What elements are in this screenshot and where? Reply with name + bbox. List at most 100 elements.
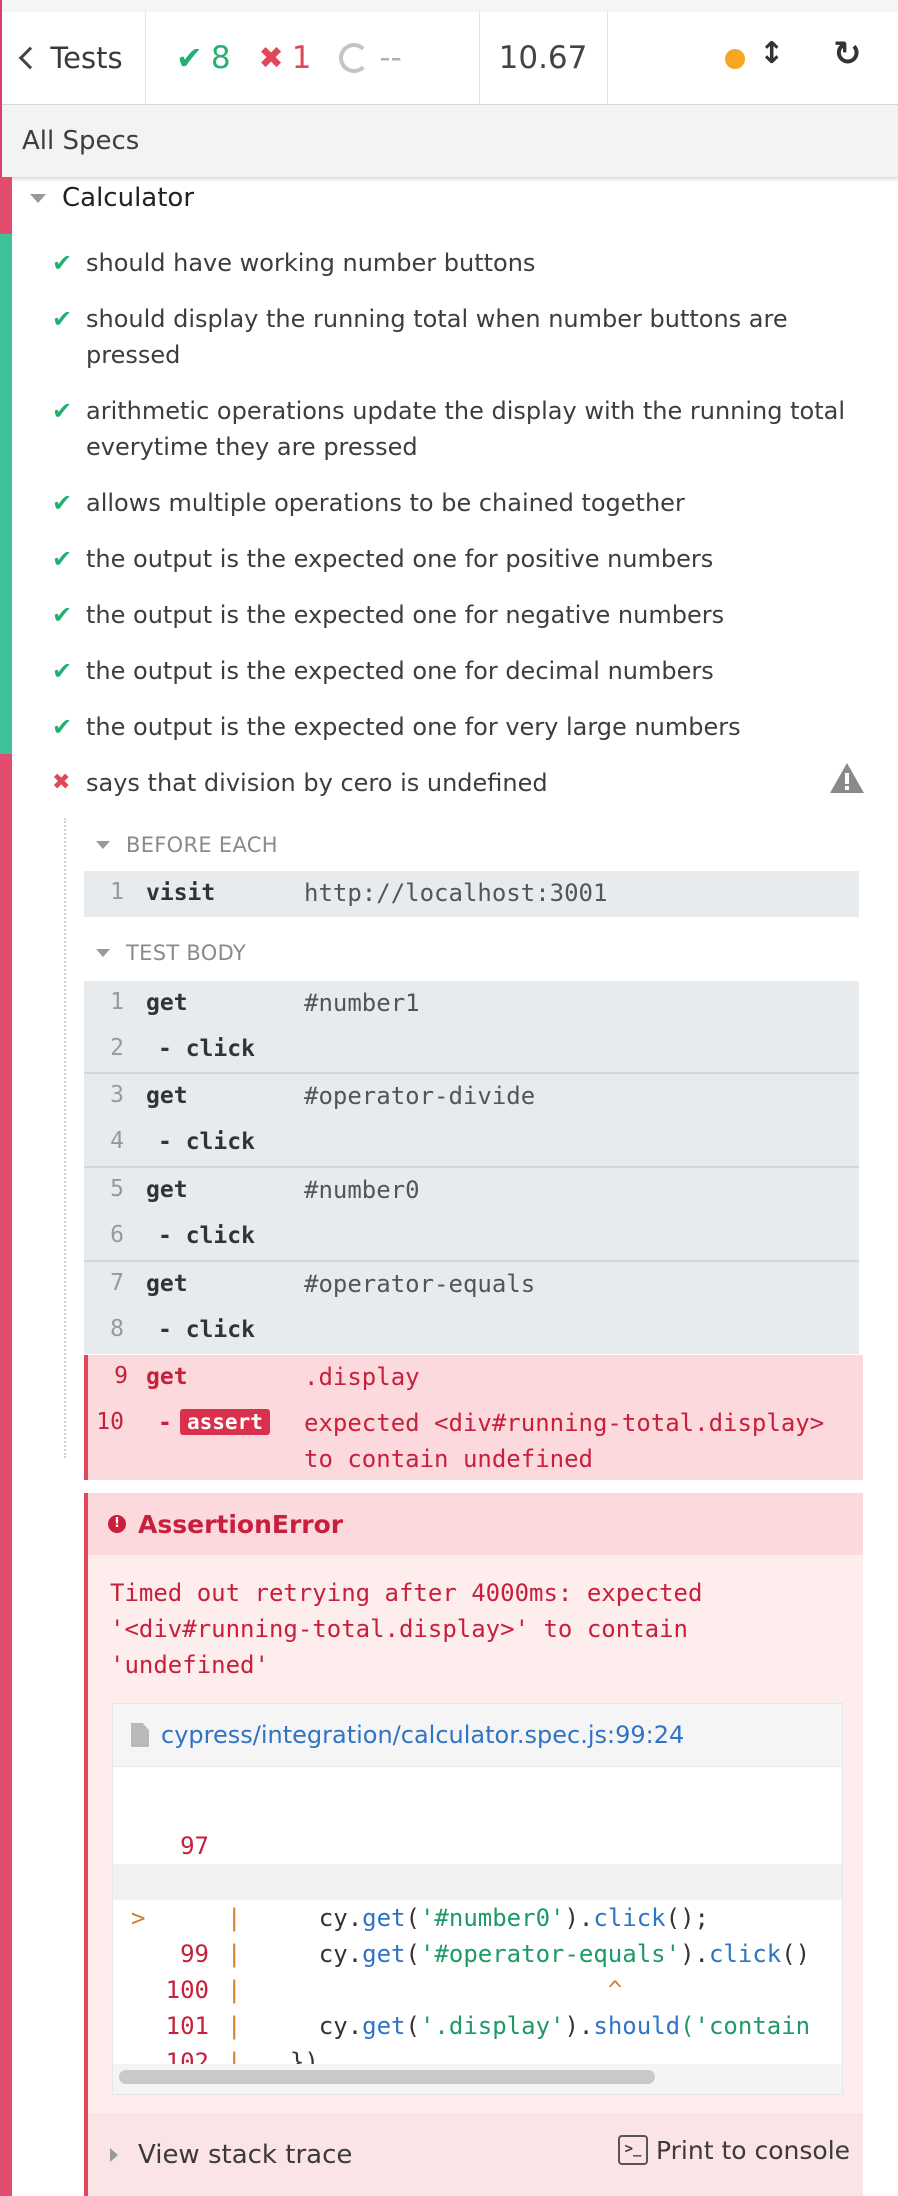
- check-icon: ✔: [52, 489, 73, 517]
- command-number: 2: [110, 1035, 124, 1061]
- check-icon: ✔: [52, 249, 73, 277]
- command-row[interactable]: 3 get #operator-divide: [84, 1074, 859, 1120]
- check-icon: ✔: [52, 545, 73, 573]
- error-header: ! AssertionError: [88, 1493, 863, 1555]
- file-path: cypress/integration/calculator.spec.js:9…: [161, 1721, 685, 1749]
- print-to-console-button[interactable]: >_ Print to console: [618, 2135, 850, 2165]
- command-number: 3: [110, 1082, 124, 1108]
- command-number: 8: [110, 1316, 124, 1342]
- command-row-failed[interactable]: 9 get .display: [88, 1355, 863, 1401]
- reporter-header: Tests ✔ 8 ✖ 1 -- 10.67 ↕ ↻: [0, 12, 898, 105]
- caret-down-icon: [30, 193, 46, 203]
- command-name: - click: [158, 1223, 255, 1249]
- running-indicator-icon: [725, 49, 745, 69]
- test-title: allows multiple operations to be chained…: [86, 489, 685, 517]
- test-item[interactable]: ✔ the output is the expected one for dec…: [52, 653, 852, 689]
- left-border: [0, 0, 2, 177]
- test-title: the output is the expected one for posit…: [86, 545, 714, 573]
- command-row[interactable]: 1 get #number1: [84, 981, 859, 1027]
- command-name: - click: [158, 1036, 255, 1062]
- test-item[interactable]: ✔ allows multiple operations to be chain…: [52, 485, 852, 521]
- cross-icon: ✖: [52, 770, 71, 795]
- test-item[interactable]: ✔ arithmetic operations update the displ…: [52, 393, 852, 465]
- code-frame: cypress/integration/calculator.spec.js:9…: [112, 1703, 843, 2095]
- failed-count: 1: [291, 40, 312, 76]
- error-message: Timed out retrying after 4000ms: expecte…: [110, 1579, 703, 1679]
- code-line-highlighted: > 99 | cy.get('.display').should('contai…: [113, 1864, 842, 2040]
- print-to-console-label: Print to console: [656, 2135, 851, 2165]
- check-icon: ✔: [52, 305, 73, 333]
- all-specs-label: All Specs: [22, 126, 140, 156]
- pending-stat: --: [339, 40, 402, 76]
- view-stack-trace-toggle[interactable]: View stack trace: [138, 2140, 352, 2170]
- check-icon: ✔: [52, 601, 73, 629]
- all-specs-bar[interactable]: All Specs: [2, 105, 898, 178]
- test-item-failed[interactable]: ✖ says that division by cero is undefine…: [52, 765, 852, 801]
- before-each-hook[interactable]: BEFORE EACH: [96, 833, 278, 857]
- command-number: 6: [110, 1222, 124, 1248]
- suite-title: Calculator: [62, 183, 195, 213]
- code-line: 100 | }): [113, 1936, 842, 2076]
- check-icon: ✔: [176, 39, 203, 77]
- command-row[interactable]: 1 visit http://localhost:3001: [84, 871, 859, 917]
- chevron-left-icon: [19, 46, 42, 70]
- command-number: 5: [110, 1176, 124, 1202]
- caret-down-icon: [96, 841, 110, 849]
- test-title: should have working number buttons: [86, 249, 536, 277]
- assert-message-line2: to contain undefined: [304, 1445, 593, 1473]
- failed-command-group: 9 get .display 10 - assert expected <div…: [84, 1355, 863, 1480]
- pending-circle-icon: [339, 43, 370, 73]
- error-circle-icon: !: [108, 1515, 126, 1533]
- check-icon: ✔: [52, 713, 73, 741]
- caret-right-icon[interactable]: [110, 2147, 118, 2162]
- command-row[interactable]: 6 - click: [84, 1214, 859, 1260]
- restart-icon[interactable]: ↻: [833, 34, 862, 74]
- command-row[interactable]: 5 get #number0: [84, 1168, 859, 1214]
- command-message: http://localhost:3001: [304, 879, 608, 907]
- test-item[interactable]: ✔ should have working number buttons: [52, 245, 852, 281]
- command-name: get: [146, 1364, 188, 1390]
- failed-stat: ✖ 1: [259, 40, 312, 76]
- file-icon: [131, 1723, 149, 1747]
- test-item[interactable]: ✔ the output is the expected one for ver…: [52, 709, 852, 745]
- hook-label: TEST BODY: [126, 941, 247, 965]
- code-frame-file-link[interactable]: cypress/integration/calculator.spec.js:9…: [113, 1704, 842, 1767]
- command-row-failed[interactable]: 10 - assert expected <div#running-total.…: [88, 1401, 863, 1479]
- test-item[interactable]: ✔ the output is the expected one for pos…: [52, 541, 852, 577]
- stack-trace-row: View stack trace >_ Print to console: [88, 2113, 863, 2196]
- hook-label: BEFORE EACH: [126, 833, 278, 857]
- tests-button[interactable]: Tests: [0, 12, 146, 104]
- command-message: #operator-divide: [304, 1082, 536, 1110]
- command-row[interactable]: 8 - click: [84, 1308, 859, 1354]
- horizontal-scrollbar-thumb[interactable]: [119, 2070, 655, 2084]
- error-name: AssertionError: [138, 1509, 344, 1539]
- test-body-hook[interactable]: TEST BODY: [96, 941, 246, 965]
- passed-tests-bar: [0, 234, 12, 754]
- test-title: the output is the expected one for very …: [86, 713, 741, 741]
- duration: 10.67: [479, 12, 608, 104]
- test-title: the output is the expected one for negat…: [86, 601, 725, 629]
- command-name: - click: [158, 1129, 255, 1155]
- test-item[interactable]: ✔ should display the running total when …: [52, 301, 852, 373]
- command-row[interactable]: 2 - click: [84, 1027, 859, 1073]
- command-number: 10: [96, 1409, 124, 1435]
- assert-badge: assert: [180, 1409, 270, 1435]
- command-name: get: [146, 1177, 188, 1203]
- test-item[interactable]: ✔ the output is the expected one for neg…: [52, 597, 852, 633]
- command-name: get: [146, 990, 188, 1016]
- suite-title-row[interactable]: Calculator: [30, 183, 194, 213]
- command-number: 7: [110, 1270, 124, 1296]
- autoscroll-toggle-icon[interactable]: ↕: [759, 36, 784, 71]
- warning-icon: [830, 763, 864, 793]
- command-group: 7 get #operator-equals 8 - click: [84, 1262, 859, 1354]
- command-row[interactable]: 4 - click: [84, 1120, 859, 1166]
- command-message: #operator-equals: [304, 1270, 536, 1298]
- test-title: should display the running total when nu…: [86, 305, 788, 369]
- check-icon: ✔: [52, 397, 73, 425]
- assert-message-line1: expected <div#running-total.display>: [304, 1409, 825, 1437]
- command-row[interactable]: 7 get #operator-equals: [84, 1262, 859, 1308]
- command-number: 1: [110, 879, 124, 905]
- test-title: the output is the expected one for decim…: [86, 657, 714, 685]
- command-message: .display: [304, 1363, 420, 1391]
- command-name: get: [146, 1083, 188, 1109]
